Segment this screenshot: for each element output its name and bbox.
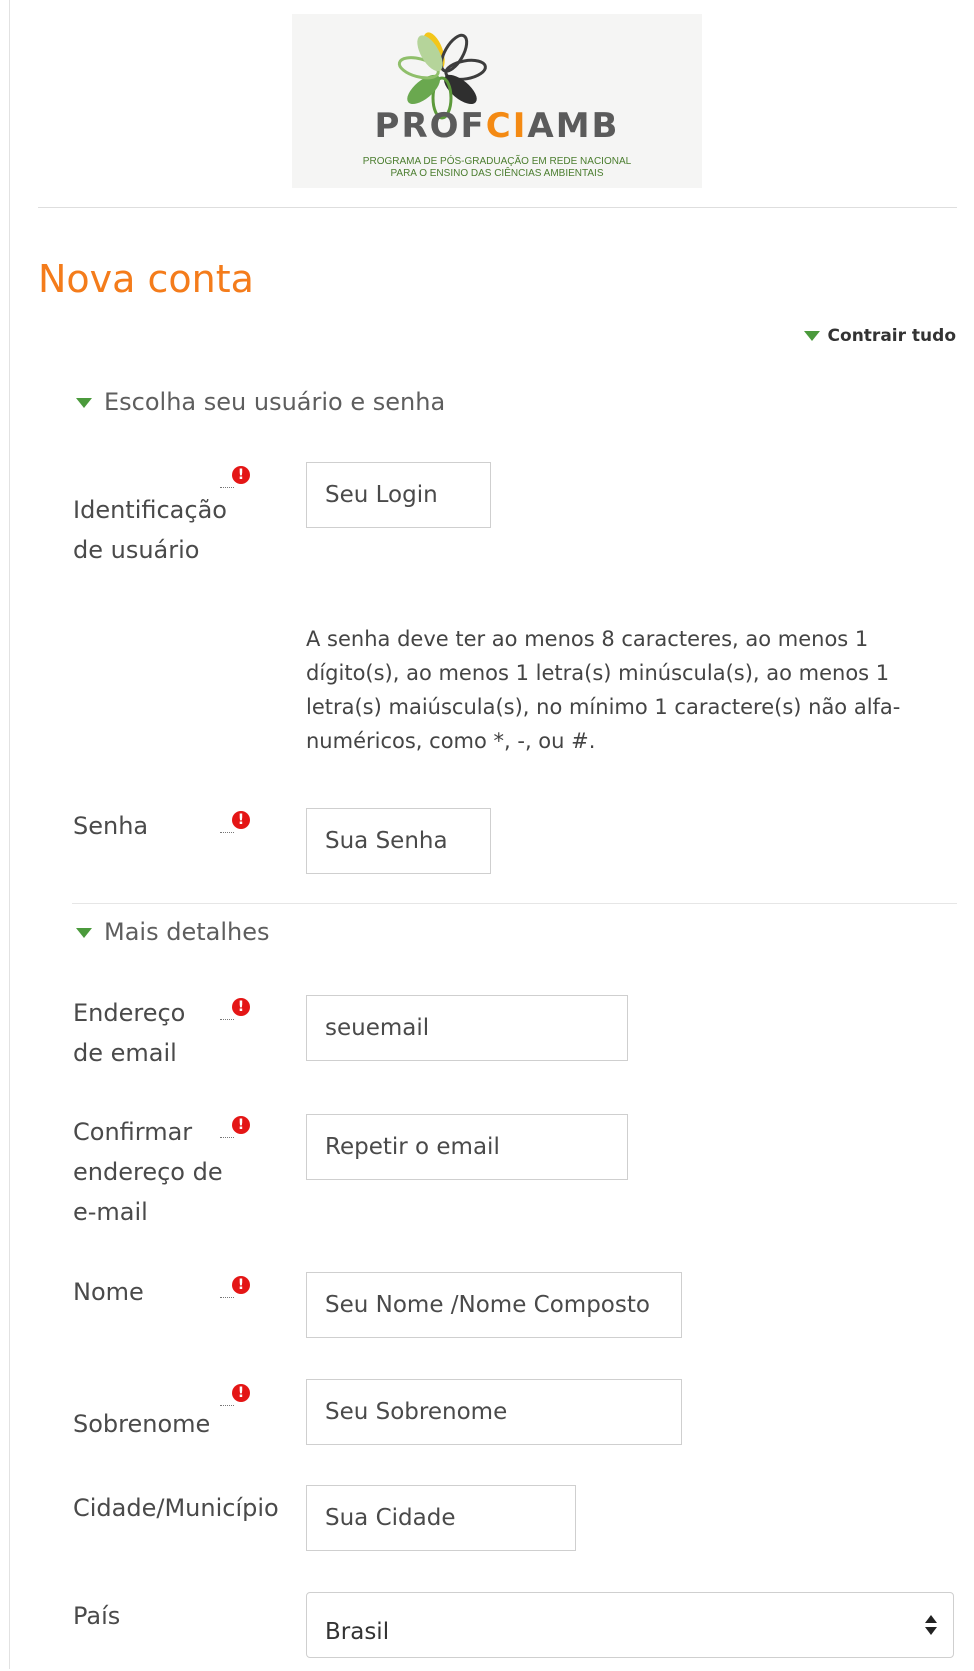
email-label: Endereço de email bbox=[73, 993, 185, 1073]
brand-wordmark: PROFCIAMB bbox=[292, 106, 702, 146]
section-divider bbox=[72, 903, 957, 904]
required-icon: ! bbox=[220, 1276, 250, 1302]
username-label-line1: Identificação bbox=[73, 496, 227, 524]
brand-tagline-line2: PARA O ENSINO DAS CIÊNCIAS AMBIENTAIS bbox=[390, 168, 604, 179]
password-input[interactable]: Sua Senha bbox=[306, 808, 491, 874]
section-title-details: Mais detalhes bbox=[104, 918, 270, 946]
triangle-down-icon bbox=[803, 331, 820, 341]
required-icon: ! bbox=[220, 1116, 250, 1142]
email-label-line1: Endereço bbox=[73, 999, 186, 1027]
brand-part-ci: CI bbox=[485, 106, 528, 146]
last-name-input[interactable]: Seu Sobrenome bbox=[306, 1379, 682, 1445]
required-icon: ! bbox=[220, 998, 250, 1024]
first-name-label: Nome bbox=[73, 1278, 144, 1306]
username-label-line2: de usuário bbox=[73, 536, 200, 564]
username-input[interactable]: Seu Login bbox=[306, 462, 491, 528]
section-header-credentials[interactable]: Escolha seu usuário e senha bbox=[76, 388, 445, 416]
country-label: País bbox=[73, 1602, 121, 1630]
header-divider bbox=[38, 207, 957, 208]
email-confirm-label-line1: Confirmar bbox=[73, 1118, 193, 1146]
password-label: Senha bbox=[73, 812, 149, 840]
city-input[interactable]: Sua Cidade bbox=[306, 1485, 576, 1551]
site-logo[interactable]: PROFCIAMB PROGRAMA DE PÓS-GRADUAÇÃO EM R… bbox=[292, 14, 702, 188]
triangle-down-icon bbox=[76, 928, 92, 938]
required-icon: ! bbox=[220, 811, 250, 837]
collapse-all-link[interactable]: Contrair tudo bbox=[803, 326, 956, 346]
brand-part-prof: PROF bbox=[374, 106, 486, 146]
triangle-down-icon bbox=[76, 398, 92, 408]
email-confirm-input[interactable]: Repetir o email bbox=[306, 1114, 628, 1180]
collapse-all-label: Contrair tudo bbox=[827, 326, 956, 346]
select-arrows-icon bbox=[925, 1615, 937, 1637]
email-confirm-label-line3: e-mail bbox=[73, 1198, 148, 1226]
email-confirm-label: Confirmar endereço de e-mail bbox=[73, 1112, 223, 1232]
username-label: Identificação de usuário bbox=[73, 490, 227, 570]
section-title-credentials: Escolha seu usuário e senha bbox=[104, 388, 446, 416]
page-left-border bbox=[9, 0, 10, 1669]
brand-part-amb: AMB bbox=[527, 106, 620, 146]
email-input[interactable]: seuemail bbox=[306, 995, 628, 1061]
country-select[interactable]: Brasil bbox=[306, 1592, 954, 1658]
page-title: Nova conta bbox=[38, 257, 254, 302]
required-icon: ! bbox=[220, 1384, 250, 1410]
required-icon: ! bbox=[220, 466, 250, 492]
brand-tagline-line1: PROGRAMA DE PÓS-GRADUAÇÃO EM REDE NACION… bbox=[362, 156, 632, 167]
section-header-details[interactable]: Mais detalhes bbox=[76, 918, 269, 946]
first-name-input[interactable]: Seu Nome /Nome Composto bbox=[306, 1272, 682, 1338]
email-confirm-label-line2: endereço de bbox=[73, 1158, 223, 1186]
password-policy-text: A senha deve ter ao menos 8 caracteres, … bbox=[306, 627, 901, 753]
last-name-label: Sobrenome bbox=[73, 1410, 211, 1438]
country-selected-value: Brasil bbox=[325, 1619, 390, 1645]
city-label: Cidade/Município bbox=[73, 1494, 279, 1522]
email-label-line2: de email bbox=[73, 1039, 177, 1067]
